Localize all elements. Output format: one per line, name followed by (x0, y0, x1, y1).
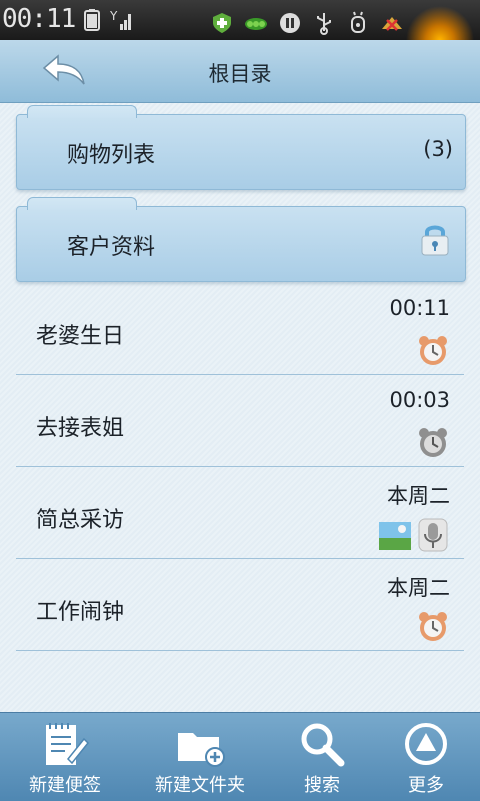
note-time: 本周二 (387, 576, 450, 600)
note-icons (416, 334, 450, 368)
note-item[interactable]: 简总采访 本周二 (16, 468, 464, 559)
new-note-icon (46, 723, 90, 765)
status-time: 00:11 (2, 4, 76, 34)
note-item[interactable]: 老婆生日 00:11 (16, 284, 464, 375)
new-folder-icon (178, 733, 225, 767)
status-bar: 00:11 Y (0, 0, 480, 40)
note-title: 老婆生日 (36, 324, 125, 349)
microphone-icon (418, 518, 448, 552)
alarm-icon (419, 612, 447, 641)
folder-customer-info[interactable]: 客户资料 (16, 197, 466, 282)
note-title: 简总采访 (36, 508, 125, 533)
new-folder-label: 新建文件夹 (155, 775, 245, 796)
title-bar: 根目录 (0, 40, 480, 103)
image-icon (379, 522, 411, 550)
folder-name: 客户资料 (67, 235, 156, 260)
shield-plus-icon (213, 13, 231, 33)
search-label: 搜索 (304, 775, 340, 796)
search-button[interactable]: 搜索 (262, 713, 382, 801)
bottom-toolbar: 新建便签 新建文件夹 搜索 更多 (0, 712, 480, 801)
svg-text:Y: Y (110, 9, 118, 23)
more-button[interactable]: 更多 (366, 713, 480, 801)
note-time: 00:11 (389, 296, 450, 320)
note-time: 00:03 (389, 388, 450, 412)
lock-icon (421, 225, 449, 256)
debug-icon (351, 11, 365, 33)
folder-count: (3) (423, 137, 453, 161)
more-label: 更多 (408, 775, 444, 796)
more-icon (405, 723, 447, 765)
note-item[interactable]: 工作闹钟 本周二 (16, 560, 464, 651)
notification-light (400, 0, 480, 40)
note-title: 工作闹钟 (36, 600, 125, 625)
folder-name: 购物列表 (67, 143, 156, 168)
note-title: 去接表姐 (36, 416, 125, 441)
note-icons (378, 518, 450, 552)
note-item[interactable]: 去接表姐 00:03 (16, 376, 464, 467)
new-note-button[interactable]: 新建便签 (5, 713, 125, 801)
status-icons: Y (80, 8, 134, 32)
note-icons (416, 426, 450, 460)
usb-icon (317, 13, 331, 35)
new-note-label: 新建便签 (29, 775, 101, 796)
pause-icon (280, 13, 300, 33)
pea-icon (245, 18, 267, 30)
alarm-disabled-icon (419, 428, 447, 457)
alarm-icon (419, 336, 447, 365)
note-icons (416, 610, 450, 644)
new-folder-button[interactable]: 新建文件夹 (140, 713, 260, 801)
battery-icon (84, 9, 100, 31)
folder-shopping-list[interactable]: 购物列表 (3) (16, 105, 466, 190)
folder-tab (27, 197, 137, 210)
search-icon (301, 723, 345, 767)
folder-tab (27, 105, 137, 118)
note-time: 本周二 (387, 484, 450, 508)
signal-icon: Y (110, 9, 131, 30)
page-title: 根目录 (208, 62, 272, 86)
